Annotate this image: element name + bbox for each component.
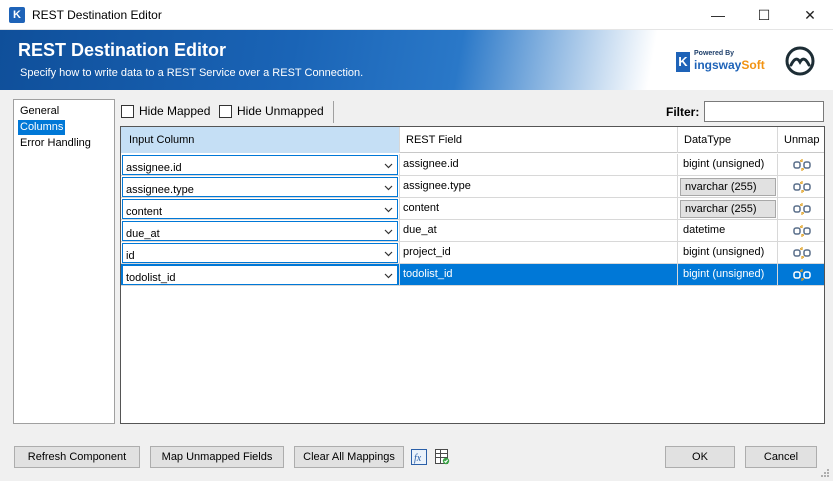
- close-button[interactable]: ✕: [787, 0, 833, 30]
- data-type-cell: bigint (unsigned): [678, 264, 778, 286]
- unmap-cell: [778, 198, 824, 220]
- rest-field-cell: due_at: [400, 220, 678, 242]
- nav-item-general[interactable]: General: [18, 104, 61, 119]
- input-column-cell: assignee.id: [121, 154, 400, 176]
- input-column-dropdown[interactable]: content: [122, 199, 398, 219]
- chevron-down-icon[interactable]: [384, 227, 393, 236]
- unmap-cell: [778, 264, 824, 286]
- rest-field-cell: assignee.type: [400, 176, 678, 198]
- header-rest-field[interactable]: REST Field: [400, 127, 678, 153]
- header-data-type[interactable]: DataType: [678, 127, 778, 153]
- mapping-table-icon[interactable]: [434, 448, 450, 466]
- rest-field-cell: project_id: [400, 242, 678, 264]
- input-column-dropdown[interactable]: assignee.type: [122, 177, 398, 197]
- hide-unmapped-checkbox[interactable]: [219, 105, 232, 118]
- header-input-column[interactable]: Input Column: [121, 127, 400, 153]
- chevron-down-icon[interactable]: [384, 205, 393, 214]
- logo-wordmark-main: ingsway: [694, 58, 742, 72]
- columns-toolbar: Hide Mapped Hide Unmapped Filter:: [120, 99, 825, 125]
- chevron-down-icon[interactable]: [384, 271, 393, 280]
- rest-field-cell: content: [400, 198, 678, 220]
- data-type-value: bigint (unsigned): [683, 268, 765, 280]
- map-unmapped-fields-button[interactable]: Map Unmapped Fields: [150, 446, 284, 468]
- data-type-value: datetime: [683, 224, 726, 236]
- nav-item-columns[interactable]: Columns: [18, 120, 66, 135]
- data-type-value: bigint (unsigned): [683, 158, 765, 170]
- table-row[interactable]: todolist_id todolist_id bigint (unsigned): [121, 264, 824, 286]
- input-column-cell: content: [121, 198, 400, 220]
- input-column-cell: id: [121, 242, 400, 264]
- kingswaysoft-k-mark: K: [676, 52, 690, 72]
- minimize-button[interactable]: —: [695, 0, 741, 30]
- kingswaysoft-logo: K Powered By ingswaySoft: [676, 50, 765, 76]
- unmap-cell: [778, 176, 824, 198]
- cancel-button[interactable]: Cancel: [745, 446, 817, 468]
- input-column-dropdown[interactable]: id: [122, 243, 398, 263]
- hide-mapped-label[interactable]: Hide Mapped: [139, 104, 210, 118]
- refresh-component-button[interactable]: Refresh Component: [14, 446, 140, 468]
- unlink-icon[interactable]: [793, 202, 811, 216]
- table-row[interactable]: assignee.id assignee.id bigint (unsigned): [121, 154, 824, 176]
- title-bar: K REST Destination Editor — ☐ ✕: [0, 0, 833, 30]
- chevron-down-icon[interactable]: [384, 249, 393, 258]
- data-type-box[interactable]: nvarchar (255): [680, 200, 776, 218]
- logo-wordmark: ingswaySoft: [694, 58, 765, 72]
- table-row[interactable]: assignee.type assignee.type nvarchar (255): [121, 176, 824, 198]
- clear-all-mappings-button[interactable]: Clear All Mappings: [294, 446, 404, 468]
- unmap-cell: [778, 220, 824, 242]
- hide-unmapped-label[interactable]: Hide Unmapped: [237, 104, 324, 118]
- fx-glyph: fx: [414, 453, 422, 464]
- banner-title: REST Destination Editor: [18, 40, 227, 60]
- header-unmap[interactable]: Unmap: [778, 127, 824, 153]
- header-banner: REST Destination Editor Specify how to w…: [0, 30, 833, 90]
- grid-header: Input Column REST Field DataType Unmap: [121, 127, 824, 153]
- logo-wordmark-soft: Soft: [741, 58, 765, 72]
- input-column-dropdown[interactable]: assignee.id: [122, 155, 398, 175]
- nav-list: General Columns Error Handling: [13, 99, 115, 424]
- unlink-icon[interactable]: [793, 180, 811, 194]
- input-column-dropdown[interactable]: todolist_id: [122, 265, 398, 285]
- data-type-cell: bigint (unsigned): [678, 154, 778, 176]
- unlink-icon[interactable]: [793, 158, 811, 172]
- data-type-cell: nvarchar (255): [678, 176, 778, 198]
- unlink-icon[interactable]: [793, 246, 811, 260]
- chevron-down-icon[interactable]: [384, 161, 393, 170]
- banner-subtitle: Specify how to write data to a REST Serv…: [20, 67, 364, 79]
- input-column-cell: due_at: [121, 220, 400, 242]
- nav-item-error-handling[interactable]: Error Handling: [18, 136, 93, 151]
- basecamp-logo-icon: [785, 46, 815, 76]
- rest-field-cell: todolist_id: [400, 264, 678, 286]
- data-type-cell: bigint (unsigned): [678, 242, 778, 264]
- input-column-cell: todolist_id: [121, 264, 400, 286]
- input-column-cell: assignee.type: [121, 176, 400, 198]
- maximize-button[interactable]: ☐: [741, 0, 787, 30]
- rest-field-cell: assignee.id: [400, 154, 678, 176]
- data-type-cell: datetime: [678, 220, 778, 242]
- table-row[interactable]: due_at due_at datetime: [121, 220, 824, 242]
- mapping-grid: Input Column REST Field DataType Unmap a…: [120, 126, 825, 424]
- kingsway-app-icon: K: [9, 7, 25, 23]
- hide-mapped-checkbox[interactable]: [121, 105, 134, 118]
- table-row[interactable]: id project_id bigint (unsigned): [121, 242, 824, 264]
- filter-input[interactable]: [704, 101, 824, 122]
- ok-button[interactable]: OK: [665, 446, 735, 468]
- logo-powered-by: Powered By: [694, 50, 735, 57]
- input-column-dropdown[interactable]: due_at: [122, 221, 398, 241]
- unlink-icon[interactable]: [793, 268, 811, 282]
- data-type-value: bigint (unsigned): [683, 246, 765, 258]
- toolbar-separator: [333, 101, 334, 123]
- expression-fx-icon[interactable]: fx: [411, 448, 427, 466]
- input-column-value: todolist_id: [126, 272, 176, 284]
- unlink-icon[interactable]: [793, 224, 811, 238]
- resize-grip-icon[interactable]: [820, 468, 830, 478]
- filter-label: Filter:: [666, 105, 700, 119]
- unmap-cell: [778, 242, 824, 264]
- data-type-box[interactable]: nvarchar (255): [680, 178, 776, 196]
- unmap-cell: [778, 154, 824, 176]
- data-type-cell: nvarchar (255): [678, 198, 778, 220]
- table-row[interactable]: content content nvarchar (255): [121, 198, 824, 220]
- chevron-down-icon[interactable]: [384, 183, 393, 192]
- window-title: REST Destination Editor: [32, 8, 162, 22]
